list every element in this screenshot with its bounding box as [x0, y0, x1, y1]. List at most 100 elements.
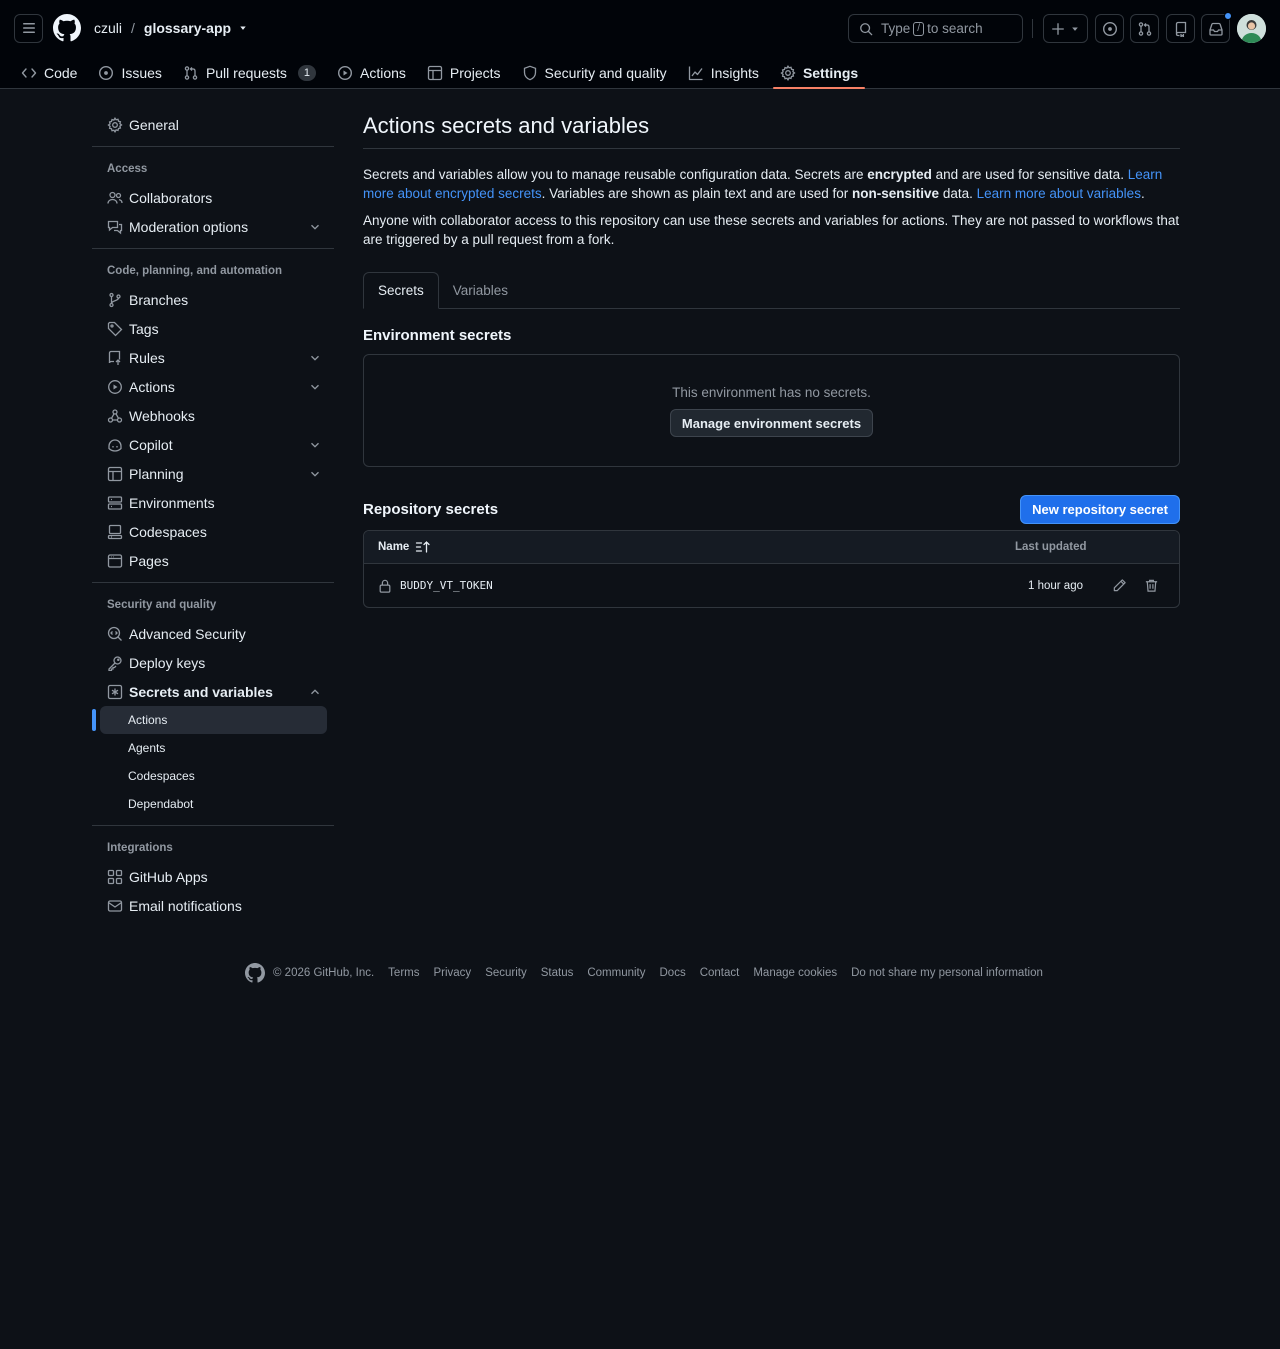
- tab-variables[interactable]: Variables: [439, 272, 522, 308]
- browser-icon: [107, 553, 123, 568]
- footer-link-community[interactable]: Community: [587, 967, 645, 979]
- footer-link-docs[interactable]: Docs: [660, 967, 686, 979]
- repo-navigation: Code Issues Pull requests 1 Actions Proj…: [0, 56, 1280, 89]
- manage-environment-secrets-button[interactable]: Manage environment secrets: [669, 409, 874, 437]
- sidebar-subitem-codespaces[interactable]: Codespaces: [92, 762, 334, 790]
- tab-insights[interactable]: Insights: [681, 56, 766, 89]
- footer-link-manage-cookies[interactable]: Manage cookies: [753, 967, 837, 979]
- create-new-button[interactable]: [1043, 14, 1088, 43]
- sidebar-subitem-dependabot[interactable]: Dependabot: [92, 790, 334, 818]
- sidebar-item-environments[interactable]: Environments: [92, 488, 334, 517]
- sidebar-divider: [92, 248, 334, 249]
- sidebar-item-email-notifications[interactable]: Email notifications: [92, 891, 334, 920]
- sidebar-item-github-apps[interactable]: GitHub Apps: [92, 862, 334, 891]
- tab-insights-label: Insights: [710, 64, 759, 81]
- new-repository-secret-button[interactable]: New repository secret: [1020, 495, 1180, 524]
- sidebar-item-codespaces[interactable]: Codespaces: [92, 517, 334, 546]
- search-input[interactable]: Type / to search: [848, 14, 1023, 43]
- search-placeholder-prefix: Type: [881, 21, 911, 36]
- repo-name-link[interactable]: glossary-app: [144, 20, 231, 36]
- avatar[interactable]: [1237, 14, 1266, 43]
- tab-issues[interactable]: Issues: [91, 56, 168, 89]
- sidebar-item-webhooks[interactable]: Webhooks: [92, 401, 334, 430]
- learn-more-variables-link[interactable]: Learn more about variables: [977, 186, 1141, 201]
- repository-secrets-title: Repository secrets: [363, 501, 499, 518]
- codespaces-icon: [107, 524, 123, 539]
- column-header-name[interactable]: Name: [378, 541, 409, 553]
- chevron-down-icon: [311, 224, 319, 230]
- sidebar-heading-security: Security and quality: [107, 599, 217, 611]
- footer-link-privacy[interactable]: Privacy: [433, 967, 471, 979]
- triangle-down-icon[interactable]: [237, 22, 249, 34]
- description-text: Secrets and variables allow you to manag…: [363, 167, 868, 182]
- sidebar-item-advanced-security[interactable]: Advanced Security: [92, 619, 334, 648]
- pull-requests-count-badge: 1: [297, 64, 316, 81]
- sidebar-item-label: Planning: [129, 465, 184, 482]
- issue-icon: [1102, 21, 1117, 36]
- hamburger-icon: [22, 23, 35, 33]
- repositories-button[interactable]: [1166, 14, 1195, 43]
- tab-projects[interactable]: Projects: [420, 56, 508, 89]
- header-divider: [1032, 19, 1033, 38]
- issue-icon: [99, 65, 114, 80]
- sidebar-divider: [92, 146, 334, 147]
- tab-code[interactable]: Code: [14, 56, 84, 89]
- description-text: and are used for sensitive data.: [931, 167, 1128, 182]
- plus-icon: [1052, 22, 1064, 35]
- sidebar-item-label: Copilot: [129, 436, 173, 453]
- github-logo-icon[interactable]: [53, 14, 81, 42]
- table-header: Name Last updated: [364, 531, 1179, 564]
- issues-button[interactable]: [1095, 14, 1124, 43]
- sidebar-item-tags[interactable]: Tags: [92, 314, 334, 343]
- pencil-icon[interactable]: [1112, 578, 1127, 593]
- trash-icon[interactable]: [1144, 578, 1159, 593]
- chevron-down-icon: [311, 442, 319, 448]
- column-header-last-updated: Last updated: [1015, 541, 1087, 553]
- sidebar-item-pages[interactable]: Pages: [92, 546, 334, 575]
- description-bold-text: non-sensitive: [852, 186, 940, 201]
- footer-link-contact[interactable]: Contact: [700, 967, 740, 979]
- key-asterisk-icon: [107, 684, 123, 699]
- tab-settings[interactable]: Settings: [772, 56, 866, 89]
- table-row: BUDDY_VT_TOKEN 1 hour ago: [364, 564, 1179, 607]
- sidebar-item-planning[interactable]: Planning: [92, 459, 334, 488]
- sidebar-subitem-agents[interactable]: Agents: [92, 734, 334, 762]
- sidebar-item-copilot[interactable]: Copilot: [92, 430, 334, 459]
- sidebar-item-label: Secrets and variables: [129, 683, 273, 700]
- sidebar-item-general[interactable]: General: [92, 110, 334, 139]
- sidebar-item-label: Codespaces: [129, 523, 207, 540]
- tab-secrets[interactable]: Secrets: [363, 272, 439, 309]
- sidebar-subitem-actions[interactable]: Actions: [92, 706, 327, 734]
- repo-icon: [1175, 21, 1186, 37]
- sidebar-item-label: Branches: [129, 291, 189, 308]
- footer-link-status[interactable]: Status: [541, 967, 574, 979]
- sidebar-item-secrets-and-variables[interactable]: Secrets and variables: [92, 677, 334, 706]
- tab-actions[interactable]: Actions: [330, 56, 413, 89]
- secret-last-updated: 1 hour ago: [1028, 579, 1083, 592]
- sidebar-item-branches[interactable]: Branches: [92, 285, 334, 314]
- shield-icon: [523, 65, 536, 80]
- footer-link-security[interactable]: Security: [485, 967, 527, 979]
- tab-pull-requests[interactable]: Pull requests 1: [176, 56, 323, 89]
- apps-icon: [107, 869, 123, 884]
- footer-link-do-not-share[interactable]: Do not share my personal information: [851, 967, 1043, 979]
- tab-security-and-quality[interactable]: Security and quality: [515, 56, 674, 89]
- description-paragraph: Secrets and variables allow you to manag…: [363, 165, 1180, 203]
- chevron-down-icon: [311, 471, 319, 477]
- repo-owner-link[interactable]: czuli: [94, 20, 122, 36]
- sort-ascending-icon[interactable]: [415, 539, 431, 555]
- footer-link-terms[interactable]: Terms: [388, 967, 419, 979]
- sidebar-item-deploy-keys[interactable]: Deploy keys: [92, 648, 334, 677]
- github-logo-icon[interactable]: [245, 963, 265, 983]
- search-placeholder-suffix: to search: [927, 21, 983, 36]
- sidebar-item-actions[interactable]: Actions: [92, 372, 334, 401]
- empty-state-message: This environment has no secrets.: [672, 385, 871, 400]
- sidebar-item-label: General: [129, 116, 179, 133]
- sidebar-item-collaborators[interactable]: Collaborators: [92, 183, 334, 212]
- sidebar-item-rules[interactable]: Rules: [92, 343, 334, 372]
- pull-requests-button[interactable]: [1130, 14, 1159, 43]
- inbox-button[interactable]: [1201, 12, 1232, 43]
- breadcrumb-separator: /: [131, 20, 135, 36]
- menu-button[interactable]: [14, 13, 43, 43]
- sidebar-item-moderation-options[interactable]: Moderation options: [92, 212, 334, 241]
